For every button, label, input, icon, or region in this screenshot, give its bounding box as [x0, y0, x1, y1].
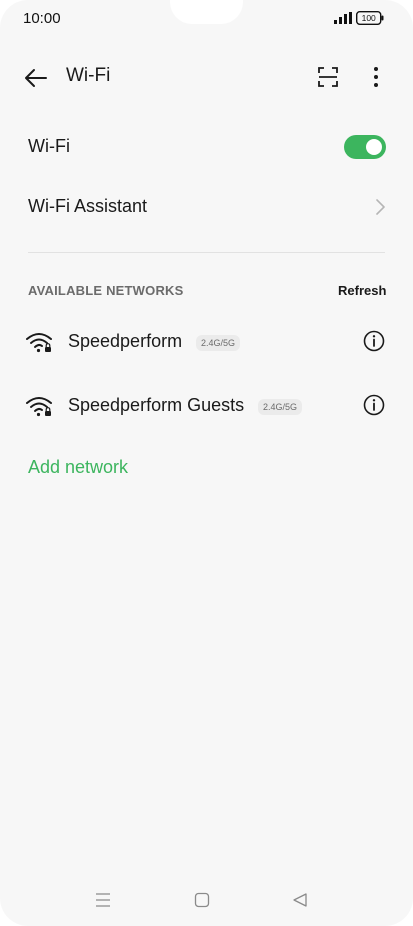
- wifi-label: Wi-Fi: [28, 136, 70, 156]
- back-arrow-icon[interactable]: [22, 64, 50, 92]
- wifi-assistant-row[interactable]: Wi-Fi Assistant: [0, 179, 413, 235]
- info-icon[interactable]: [363, 394, 385, 416]
- network-row[interactable]: Speedperform 2.4G/5G: [0, 318, 413, 366]
- back-triangle-icon[interactable]: [292, 892, 308, 908]
- battery-level: 100: [362, 13, 376, 23]
- band-badge: 2.4G/5G: [196, 335, 241, 351]
- network-name: Speedperform: [68, 331, 183, 351]
- wifi-lock-icon: [26, 397, 52, 417]
- wifi-assistant-label: Wi-Fi Assistant: [28, 196, 148, 216]
- info-icon[interactable]: [363, 330, 385, 352]
- battery-icon: 100: [356, 11, 384, 25]
- section-divider: [28, 252, 385, 253]
- signal-icon: [334, 12, 352, 24]
- wifi-toggle[interactable]: [344, 135, 386, 159]
- network-name: Speedperform Guests: [68, 395, 245, 415]
- more-vert-icon[interactable]: [366, 65, 386, 89]
- toggle-knob: [366, 139, 382, 155]
- add-network-link[interactable]: Add network: [28, 457, 128, 478]
- wifi-toggle-row[interactable]: Wi-Fi: [0, 119, 413, 175]
- page-title: Wi-Fi: [66, 65, 111, 86]
- phone-screen: 10:00 100 Wi-Fi Wi-Fi Wi-Fi Assistant AV…: [0, 0, 413, 926]
- wifi-lock-icon: [26, 333, 52, 353]
- available-networks-header: AVAILABLE NETWORKS: [28, 283, 184, 298]
- network-row[interactable]: Speedperform Guests 2.4G/5G: [0, 382, 413, 430]
- home-square-icon[interactable]: [194, 892, 210, 908]
- status-bar: 10:00 100: [0, 0, 413, 36]
- status-time: 10:00: [23, 10, 61, 27]
- system-nav-bar: [0, 880, 413, 920]
- menu-icon[interactable]: [95, 892, 111, 908]
- band-badge: 2.4G/5G: [258, 399, 303, 415]
- scan-qr-icon[interactable]: [316, 65, 340, 89]
- chevron-right-icon: [376, 199, 385, 215]
- refresh-button[interactable]: Refresh: [338, 283, 386, 298]
- app-bar: Wi-Fi: [0, 56, 413, 100]
